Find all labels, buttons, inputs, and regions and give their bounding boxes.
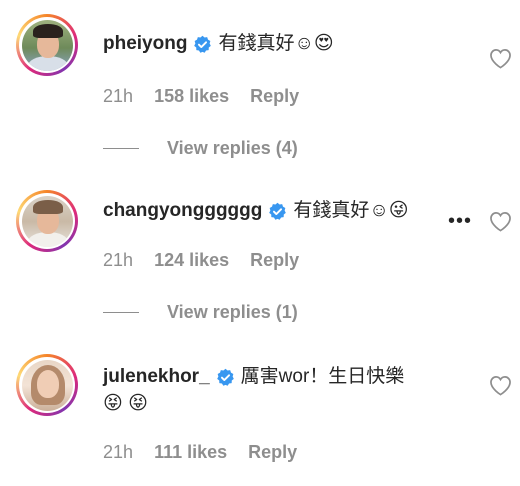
like-heart-icon[interactable] [489,211,512,232]
comment-time: 21h [103,442,134,462]
reply-button[interactable]: Reply [250,86,299,106]
avatar-changyongggggg[interactable] [16,190,78,252]
comment-username[interactable]: changyongggggg [103,199,262,223]
replies-divider [103,148,139,149]
comment-username[interactable]: julenekhor_ [103,365,210,389]
view-replies-button[interactable]: View replies (1) [103,302,298,323]
more-options-icon[interactable]: ••• [448,210,472,233]
reply-button[interactable]: Reply [248,442,297,462]
comment-text: 有錢真好☺😍 [218,33,334,54]
reply-button[interactable]: Reply [250,250,299,270]
comment-time: 21h [103,86,134,106]
comment-likes[interactable]: 124 likes [154,250,229,270]
comment-text: 厲害wor！生日快樂 [240,366,405,387]
verified-badge-icon [194,35,212,53]
like-heart-icon[interactable] [489,375,512,396]
comment-username[interactable]: pheiyong [103,32,187,56]
like-heart-icon[interactable] [489,48,512,69]
view-replies-label: View replies (4) [167,138,298,158]
comment-text: 有錢真好☺😜 [293,200,409,221]
avatar-pheiyong[interactable] [16,14,78,76]
replies-divider [103,312,139,313]
verified-badge-icon [216,368,234,386]
verified-badge-icon [269,202,287,220]
comment-likes[interactable]: 158 likes [154,86,229,106]
comment-likes[interactable]: 111 likes [154,442,227,462]
view-replies-label: View replies (1) [167,302,298,322]
comment-time: 21h [103,250,134,270]
avatar-julenekhor[interactable] [16,354,78,416]
comment-text-line2: 😝 😝 [103,393,148,414]
view-replies-button[interactable]: View replies (4) [103,138,298,159]
